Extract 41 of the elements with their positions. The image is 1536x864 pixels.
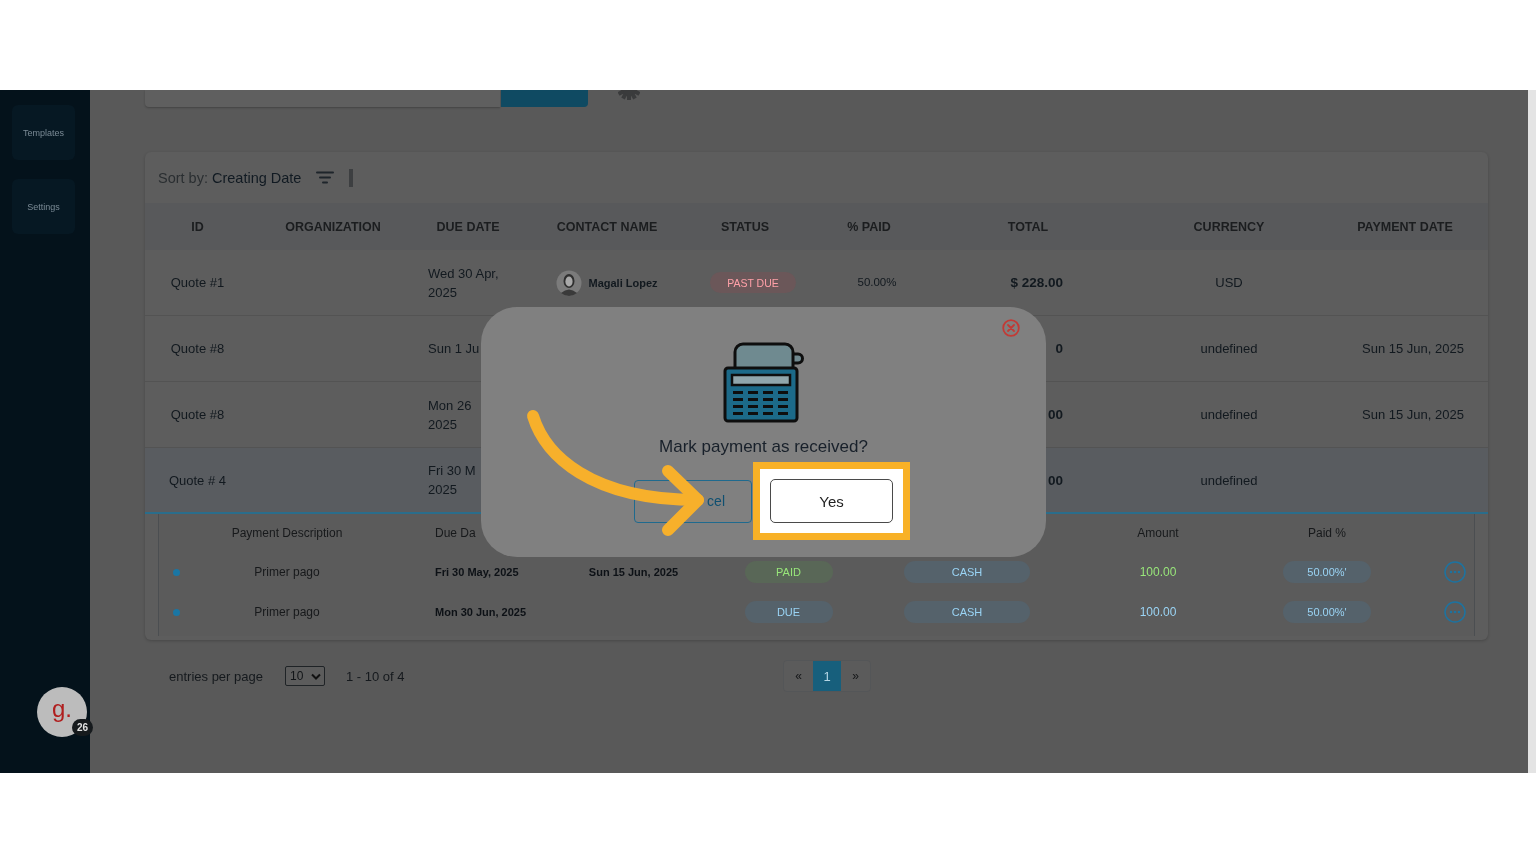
status-badge: PAST DUE	[710, 272, 796, 293]
currency: USD	[1215, 274, 1243, 292]
due-date: Fri 30 May, 2025	[435, 566, 519, 578]
quote-id: Quote #1	[170, 274, 225, 292]
range-text: 1 - 10 of 4	[345, 668, 405, 684]
payment-date: Sun 15 Jun, 2025	[588, 566, 679, 578]
due-date: Mon 26 2025	[428, 396, 472, 434]
payment-date: Sun 15 Jun, 2025	[1362, 406, 1464, 424]
due-date: Mon 30 Jun, 2025	[435, 606, 527, 618]
total-amount: $ 228.00	[1010, 274, 1063, 292]
amount: 100.00	[1139, 605, 1177, 619]
payment-description: Primer pago	[254, 605, 320, 619]
due-date: Fri 30 M 2025	[428, 462, 476, 499]
contact-name: Magali Lopez	[588, 276, 658, 289]
due-date: Wed 30 Apr, 2025	[428, 264, 499, 302]
column-header: Due Da	[435, 526, 476, 540]
due-date: Sun 1 Ju	[428, 340, 480, 358]
column-header: Amount	[1137, 526, 1179, 540]
currency: undefined	[1200, 406, 1258, 424]
paid-percent-badge: 50.00%'	[1283, 561, 1371, 583]
column-header: Payment Description	[231, 526, 343, 540]
quote-id: Quote #8	[170, 406, 225, 424]
column-header: Paid %	[1308, 526, 1346, 540]
total-amount: 0	[1055, 340, 1063, 358]
dialog-title: Mark payment as received?	[659, 437, 868, 457]
quote-id: Quote #8	[170, 340, 225, 358]
quote-id: Quote # 4	[168, 471, 227, 490]
status-badge: PAID	[744, 561, 833, 583]
paid-percent-badge: 50.00%'	[1283, 601, 1371, 623]
method-badge: CASH	[904, 601, 1030, 623]
total-amount: 00	[1047, 471, 1063, 490]
entries-label: entries per page	[169, 668, 263, 684]
payment-description: Primer pago	[254, 565, 320, 579]
payment-date: Sun 15 Jun, 2025	[1362, 340, 1464, 358]
currency: undefined	[1200, 340, 1258, 358]
total-amount: 00	[1047, 406, 1063, 424]
currency: undefined	[1200, 471, 1258, 490]
amount: 100.00	[1139, 565, 1177, 579]
method-badge: CASH	[904, 561, 1030, 583]
paid-percent: 50.00%	[857, 275, 897, 290]
status-badge: DUE	[744, 601, 833, 623]
